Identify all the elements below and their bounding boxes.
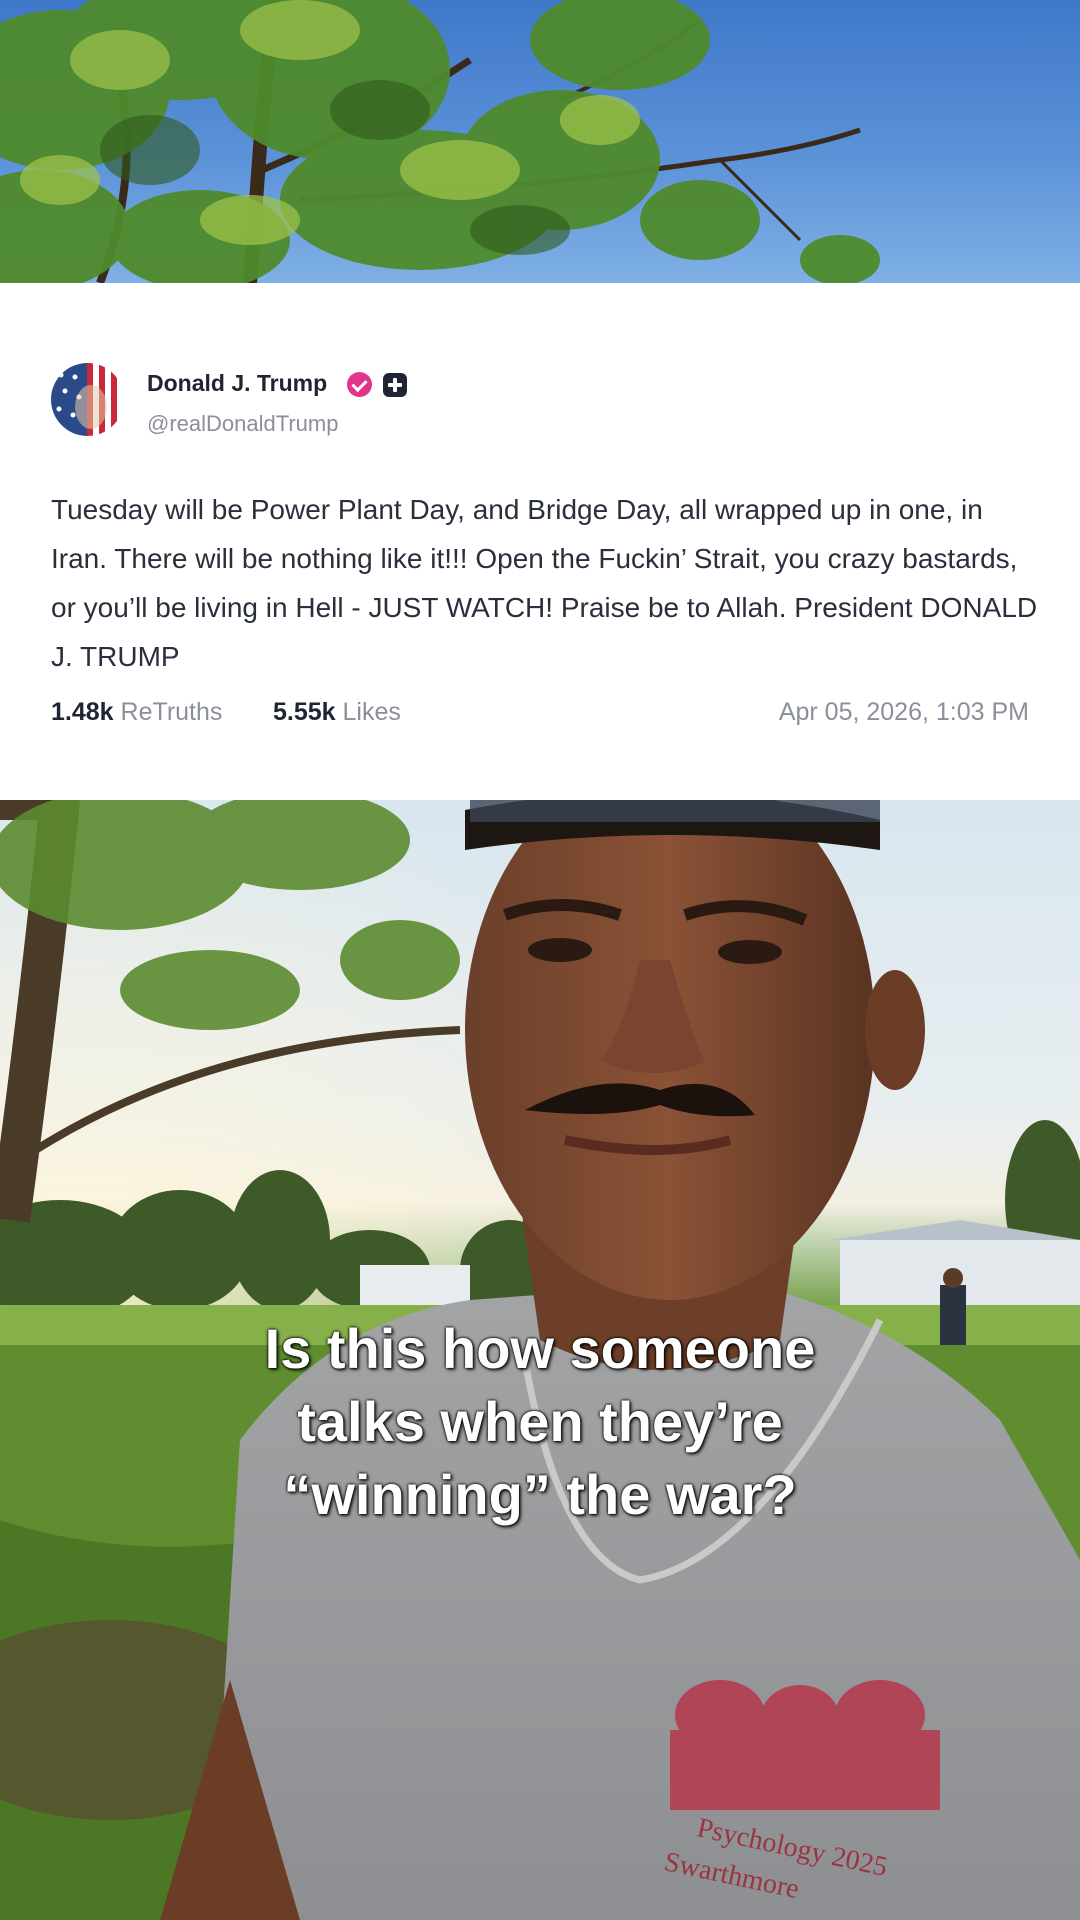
caption-line-3: “winning” the war? bbox=[283, 1463, 797, 1526]
video-caption: Is this how someone talks when they’re “… bbox=[120, 1312, 960, 1531]
post-timestamp: Apr 05, 2026, 1:03 PM bbox=[778, 698, 1029, 726]
plus-icon[interactable] bbox=[383, 373, 407, 397]
post-text: Tuesday will be Power Plant Day, and Bri… bbox=[51, 494, 1038, 672]
retruths-count: 1.48k bbox=[51, 698, 114, 726]
retruths-label: ReTruths bbox=[120, 698, 223, 726]
author-name[interactable]: Donald J. Trump bbox=[147, 370, 327, 397]
flag-avatar[interactable] bbox=[51, 363, 124, 436]
caption-line-1: Is this how someone bbox=[264, 1317, 816, 1380]
author-handle[interactable]: @realDonaldTrump bbox=[147, 411, 338, 437]
top-sky-photo bbox=[0, 0, 1080, 283]
caption-line-2: talks when they’re bbox=[297, 1390, 783, 1453]
flag-avatar-image bbox=[51, 363, 124, 436]
selfie-video[interactable]: Psychology 2025 Swarthmore Is this how s… bbox=[0, 800, 1080, 1920]
likes-label: Likes bbox=[342, 698, 401, 726]
likes-count: 5.55k bbox=[273, 698, 336, 726]
verified-badge-icon bbox=[347, 372, 372, 397]
tree-branches-graphic bbox=[0, 0, 880, 283]
likes-stat[interactable]: 5.55k Likes bbox=[273, 698, 401, 727]
retruths-stat[interactable]: 1.48k ReTruths bbox=[51, 698, 222, 727]
